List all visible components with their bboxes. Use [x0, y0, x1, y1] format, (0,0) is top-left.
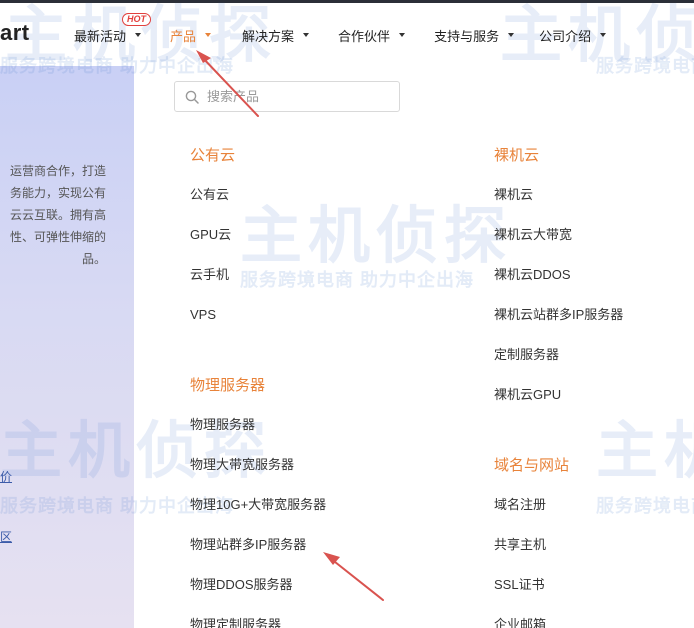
- description-line: 品。: [81, 252, 106, 266]
- left-panel-link[interactable]: 区: [0, 528, 12, 545]
- category-title[interactable]: 域名与网站: [494, 456, 569, 476]
- search-input[interactable]: [207, 89, 387, 104]
- product-search-box[interactable]: [174, 81, 400, 112]
- caret-down-icon: [135, 33, 142, 37]
- menu-item[interactable]: GPU云: [190, 226, 235, 244]
- caret-down-icon: [399, 33, 406, 37]
- caret-down-icon: [508, 33, 515, 37]
- menu-item[interactable]: 域名注册: [494, 496, 569, 514]
- description-line: 运营商合作，打造: [9, 164, 106, 178]
- description-line: 务能力，实现公有: [9, 186, 106, 200]
- caret-down-icon: [600, 33, 607, 37]
- menu-item[interactable]: 企业邮箱: [494, 616, 569, 628]
- nav-label: 产品: [170, 28, 197, 44]
- caret-down-icon: [303, 33, 310, 37]
- top-border: [0, 0, 694, 3]
- menu-column-2: 裸机云 裸机云 裸机云大带宽 裸机云DDOS 裸机云站群多IP服务器 定制服务器…: [494, 146, 623, 404]
- menu-item[interactable]: 物理DDOS服务器: [190, 576, 326, 594]
- nav-products[interactable]: 产品: [170, 26, 212, 45]
- menu-item[interactable]: 公有云: [190, 186, 235, 204]
- menu-column-1-group-2: 物理服务器 物理服务器 物理大带宽服务器 物理10G+大带宽服务器 物理站群多I…: [190, 376, 326, 628]
- left-panel-link[interactable]: 价: [0, 468, 12, 485]
- menu-item[interactable]: 云手机: [190, 266, 235, 284]
- menu-item[interactable]: SSL证书: [494, 576, 569, 594]
- description-line: 云云互联。拥有高: [9, 208, 106, 222]
- hot-badge: HOT: [122, 12, 151, 26]
- nav-solutions[interactable]: 解决方案: [242, 26, 310, 45]
- watermark-brand: 主机侦探: [240, 202, 513, 271]
- menu-item[interactable]: 共享主机: [494, 536, 569, 554]
- description-line: 性、可弹性伸缩的: [9, 230, 106, 244]
- nav-support[interactable]: 支持与服务: [434, 26, 515, 45]
- menu-column-1: 公有云 公有云 GPU云 云手机 VPS: [190, 146, 235, 324]
- main-nav: 最新活动 HOT 产品 解决方案 合作伙伴 支持与服务 公司介绍: [74, 12, 607, 46]
- menu-item[interactable]: 物理定制服务器: [190, 616, 326, 628]
- watermark-slogan: 服务跨境电商 助力中企出海: [240, 270, 474, 290]
- menu-item[interactable]: 裸机云GPU: [494, 386, 623, 404]
- menu-item[interactable]: 物理10G+大带宽服务器: [190, 496, 326, 514]
- menu-item[interactable]: 裸机云DDOS: [494, 266, 623, 284]
- menu-item[interactable]: 物理服务器: [190, 416, 326, 434]
- site-logo[interactable]: art: [0, 20, 30, 46]
- watermark-slogan: 服务跨境电商: [596, 496, 694, 516]
- arrow-to-station-cluster-ip: [323, 552, 384, 601]
- nav-label: 解决方案: [242, 28, 295, 44]
- nav-label: 最新活动: [74, 28, 127, 44]
- menu-item[interactable]: 裸机云大带宽: [494, 226, 623, 244]
- watermark-slogan: 服务跨境电商: [596, 56, 694, 76]
- menu-item[interactable]: 物理大带宽服务器: [190, 456, 326, 474]
- category-title[interactable]: 公有云: [190, 146, 235, 166]
- nav-label: 公司介绍: [539, 28, 592, 44]
- category-title[interactable]: 物理服务器: [190, 376, 326, 396]
- nav-about[interactable]: 公司介绍: [539, 26, 607, 45]
- product-description: 运营商合作，打造 务能力，实现公有 云云互联。拥有高 性、可弹性伸缩的 品。: [0, 160, 106, 270]
- menu-item[interactable]: 裸机云站群多IP服务器: [494, 306, 623, 324]
- menu-item-station-cluster-ip[interactable]: 物理站群多IP服务器: [190, 536, 326, 554]
- nav-latest-activities[interactable]: 最新活动 HOT: [74, 12, 151, 45]
- nav-label: 合作伙伴: [338, 28, 391, 44]
- menu-item[interactable]: 定制服务器: [494, 346, 623, 364]
- menu-column-2-group-2: 域名与网站 域名注册 共享主机 SSL证书 企业邮箱: [494, 456, 569, 628]
- menu-item[interactable]: 裸机云: [494, 186, 623, 204]
- category-title[interactable]: 裸机云: [494, 146, 623, 166]
- product-banner-panel: [0, 66, 134, 628]
- menu-item[interactable]: VPS: [190, 306, 235, 324]
- nav-label: 支持与服务: [434, 28, 500, 44]
- search-icon: [185, 90, 199, 104]
- caret-down-icon: [205, 33, 212, 37]
- watermark-brand: 主机侦探: [596, 417, 694, 486]
- nav-partners[interactable]: 合作伙伴: [338, 26, 406, 45]
